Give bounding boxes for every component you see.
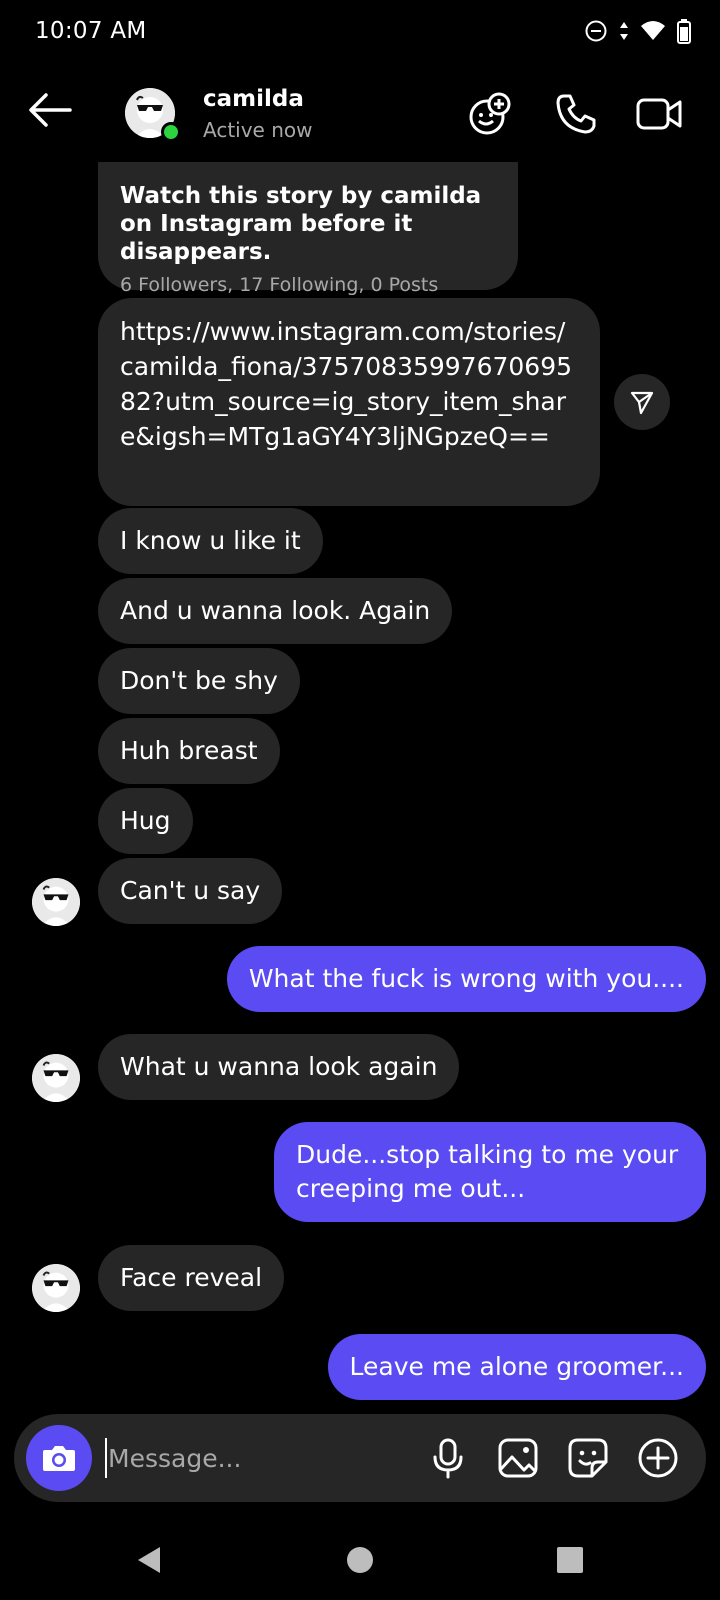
contact-status: Active now	[203, 118, 313, 142]
wifi-icon: 4	[641, 21, 665, 42]
text-caret	[105, 1438, 107, 1478]
message-bubble-incoming[interactable]: Huh breast	[98, 718, 280, 784]
svg-text:4: 4	[657, 33, 663, 42]
camera-icon	[43, 1446, 75, 1471]
do-not-disturb-icon	[585, 20, 607, 42]
contact-avatar[interactable]	[125, 88, 181, 142]
status-icons: 4	[584, 18, 692, 44]
message-bubble-incoming[interactable]: Face reveal	[98, 1245, 285, 1311]
camera-button[interactable]	[26, 1425, 92, 1491]
phone-icon[interactable]	[552, 90, 600, 138]
message-input[interactable]	[108, 1436, 408, 1480]
battery-icon	[677, 19, 691, 44]
shared-story-card[interactable]: Watch this story by camilda on Instagram…	[98, 162, 518, 296]
message-bubble-outgoing[interactable]: Leave me alone groomer...	[327, 1334, 706, 1400]
recents-square-icon[interactable]	[552, 1542, 588, 1578]
effects-icon[interactable]	[466, 90, 514, 138]
status-bar: 10:07 AM 4	[0, 0, 720, 64]
plus-icon[interactable]	[636, 1436, 680, 1480]
message-bubble-incoming[interactable]: I know u like it	[98, 508, 323, 574]
back-arrow-icon[interactable]	[26, 90, 72, 130]
message-bubble-incoming[interactable]: Don't be shy	[98, 648, 300, 714]
back-triangle-icon[interactable]	[132, 1542, 168, 1578]
video-icon[interactable]	[636, 90, 684, 138]
message-bubble-outgoing[interactable]: What the fuck is wrong with you....	[226, 946, 706, 1012]
sticker-icon[interactable]	[566, 1436, 610, 1480]
message-bubble-outgoing[interactable]: Dude...stop talking to me your creeping …	[274, 1122, 706, 1222]
status-time: 10:07 AM	[35, 18, 147, 44]
sender-avatar[interactable]	[32, 1264, 80, 1312]
sender-avatar[interactable]	[32, 1054, 80, 1102]
gallery-icon[interactable]	[496, 1436, 540, 1480]
home-circle-icon[interactable]	[342, 1542, 378, 1578]
send-icon	[630, 391, 654, 415]
microphone-icon[interactable]	[426, 1436, 470, 1480]
message-bubble-incoming[interactable]: Hug	[98, 788, 193, 854]
chat-header: camilda Active now	[0, 64, 720, 162]
share-button[interactable]	[614, 374, 670, 430]
sender-avatar[interactable]	[32, 878, 80, 926]
online-indicator	[161, 122, 181, 142]
message-bubble-link[interactable]: https://www.instagram.com/stories/camild…	[98, 298, 600, 506]
message-bubble-incoming[interactable]: And u wanna look. Again	[98, 578, 453, 644]
story-title: Watch this story by camilda on Instagram…	[120, 183, 482, 265]
system-nav-bar	[0, 1520, 720, 1600]
contact-name[interactable]: camilda	[203, 86, 304, 112]
message-bubble-incoming[interactable]: What u wanna look again	[98, 1034, 460, 1100]
message-bubble-incoming[interactable]: Can't u say	[98, 858, 283, 924]
message-composer	[14, 1414, 706, 1502]
story-meta: 6 Followers, 17 Following, 0 Posts	[120, 274, 439, 296]
data-arrows-icon	[620, 22, 628, 40]
